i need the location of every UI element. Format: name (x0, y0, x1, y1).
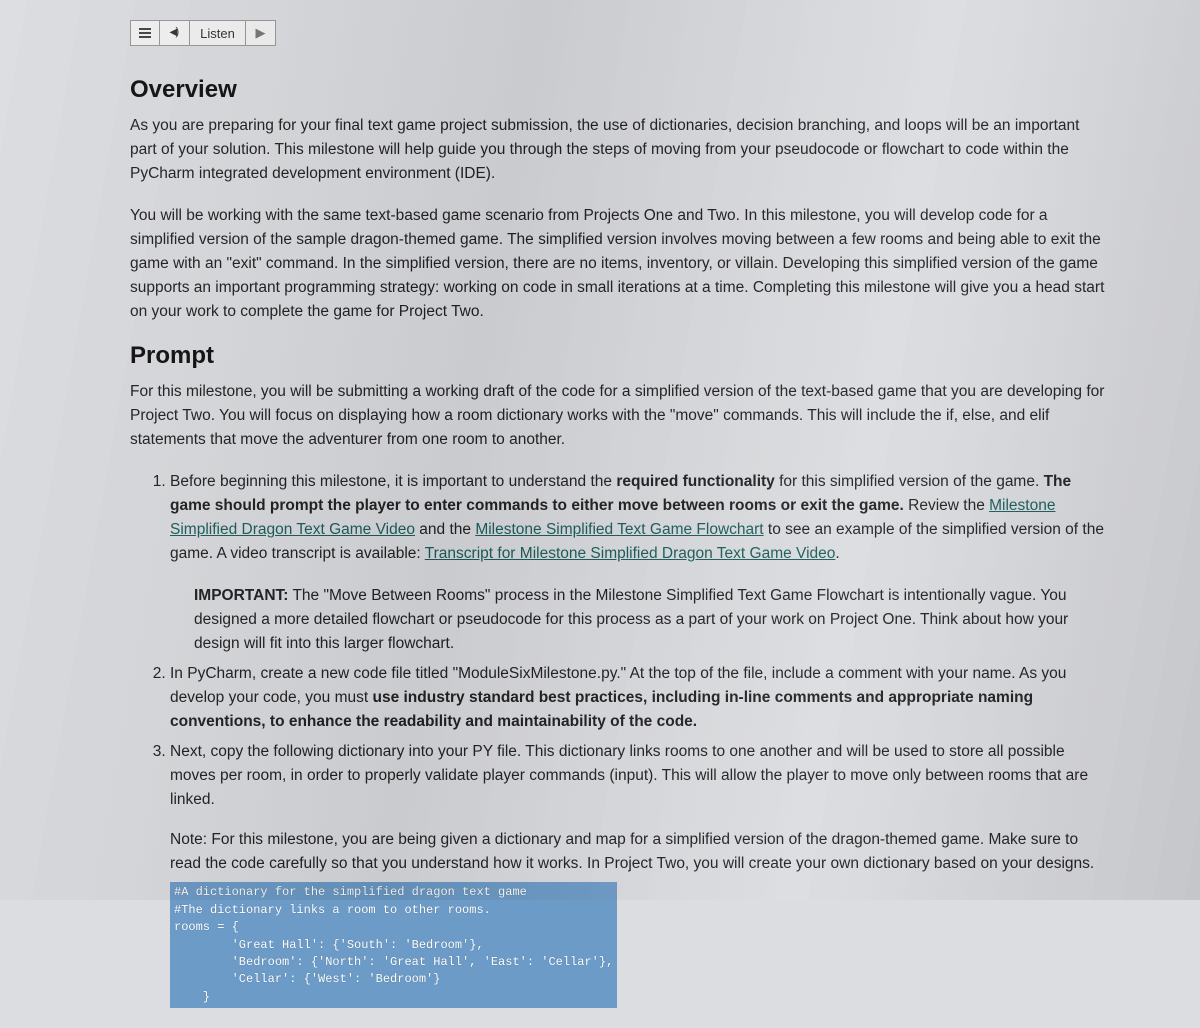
overview-heading: Overview (130, 76, 1110, 104)
prompt-intro: For this milestone, you will be submitti… (130, 380, 1110, 452)
overview-paragraph-1: As you are preparing for your final text… (130, 114, 1110, 186)
prompt-heading: Prompt (130, 342, 1110, 370)
note-paragraph: Note: For this milestone, you are being … (170, 828, 1110, 876)
play-button[interactable]: ▶ (246, 20, 276, 46)
code-block: #A dictionary for the simplified dragon … (170, 882, 617, 1008)
important-label: IMPORTANT: (194, 587, 288, 604)
step-1: Before beginning this milestone, it is i… (170, 470, 1110, 656)
reader-toolbar: Listen ▶ (130, 20, 1110, 46)
link-simplified-flowchart[interactable]: Milestone Simplified Text Game Flowchart (475, 521, 763, 538)
step1-text-a: Before beginning this milestone, it is i… (170, 473, 616, 490)
step-2: In PyCharm, create a new code file title… (170, 662, 1110, 734)
speaker-button[interactable] (160, 20, 190, 46)
step1-text-c: Review the (904, 497, 989, 514)
document-frame: Listen ▶ Overview As you are preparing f… (0, 0, 1200, 1028)
prompt-steps: Before beginning this milestone, it is i… (130, 470, 1110, 812)
listen-label: Listen (200, 26, 235, 41)
important-block: IMPORTANT: The "Move Between Rooms" proc… (194, 584, 1110, 656)
menu-button[interactable] (130, 20, 160, 46)
step1-text-d: and the (415, 521, 475, 538)
step-3: Next, copy the following dictionary into… (170, 740, 1110, 812)
overview-paragraph-2: You will be working with the same text-b… (130, 204, 1110, 324)
important-text: The "Move Between Rooms" process in the … (194, 587, 1068, 652)
speaker-icon (168, 26, 182, 40)
step1-text-b: for this simplified version of the game. (775, 473, 1044, 490)
hamburger-icon (139, 28, 151, 38)
link-transcript[interactable]: Transcript for Milestone Simplified Drag… (425, 545, 836, 562)
step1-bold-1: required functionality (616, 473, 774, 490)
listen-button[interactable]: Listen (190, 20, 246, 46)
step1-text-f: . (835, 545, 839, 562)
play-icon: ▶ (256, 25, 266, 41)
